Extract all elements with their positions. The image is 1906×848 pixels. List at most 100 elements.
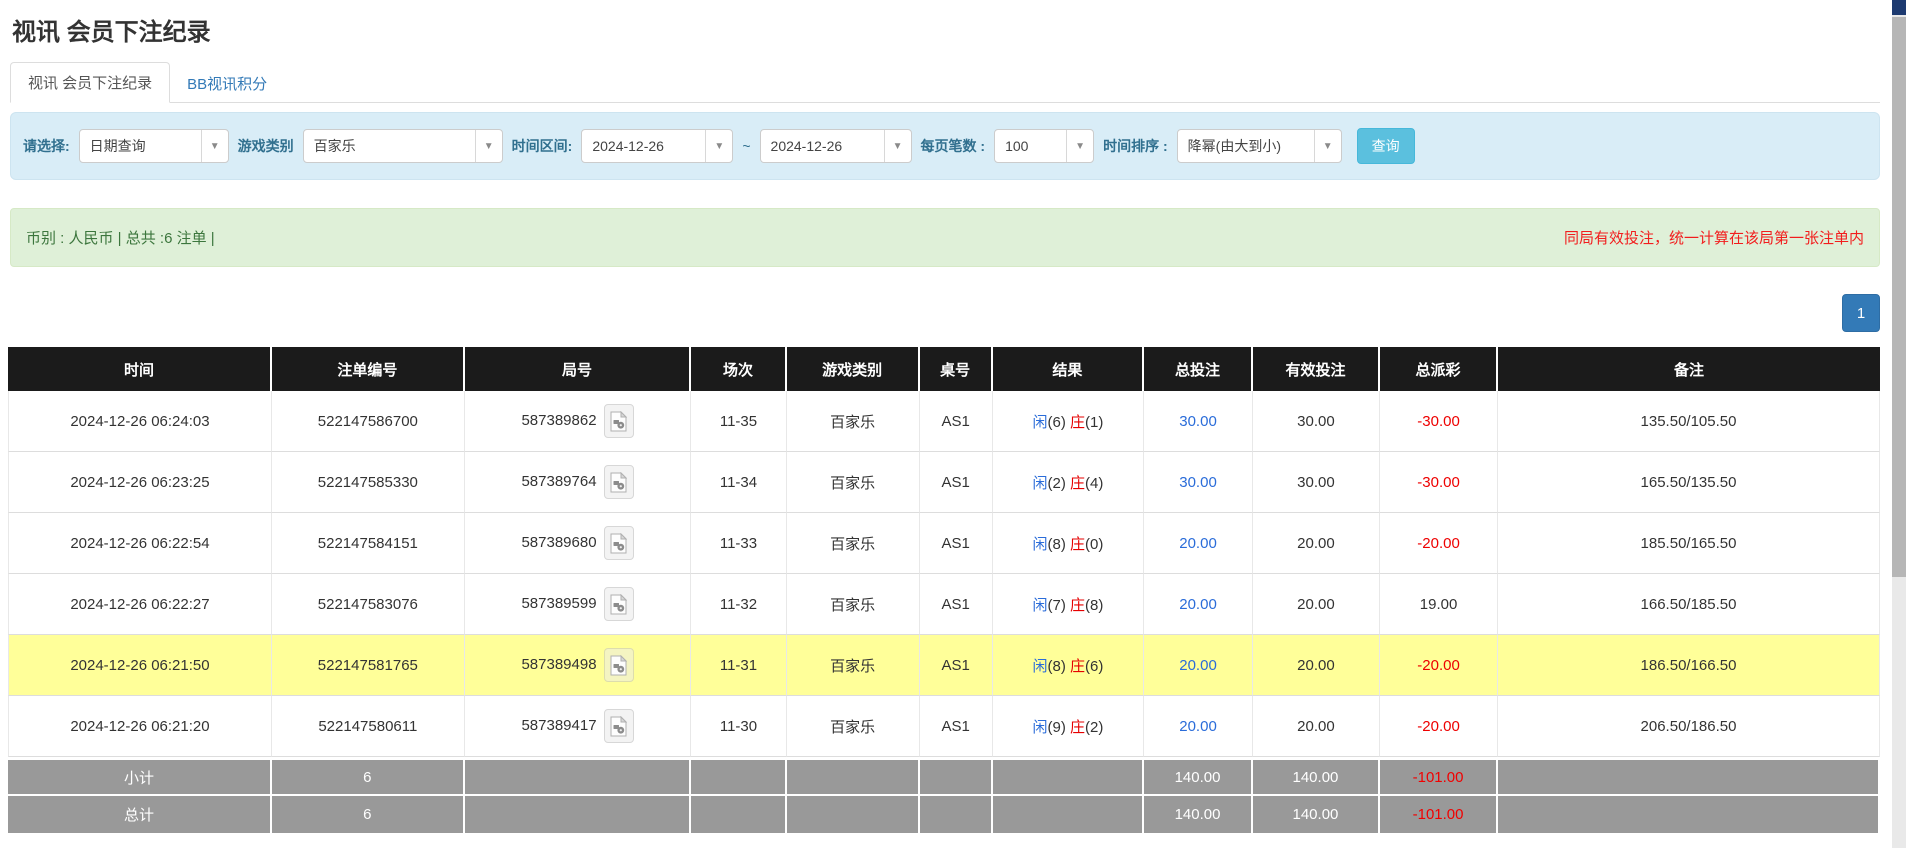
video-file-icon[interactable] — [604, 526, 634, 560]
result-banker-points: (8) — [1085, 597, 1103, 614]
cell-bet-id: 522147581765 — [272, 635, 465, 696]
game-type-select[interactable]: 百家乐 ▼ — [303, 129, 503, 163]
round-id: 587389862 — [521, 412, 596, 429]
page-size-value: 100 — [995, 138, 1038, 154]
round-id: 587389417 — [521, 717, 596, 734]
cell-game: 百家乐 — [787, 513, 920, 574]
chevron-down-icon: ▼ — [1314, 130, 1341, 162]
cell-valid-bet: 30.00 — [1253, 391, 1380, 452]
page-1-button[interactable]: 1 — [1842, 294, 1880, 332]
grand-total-valid-bet: 140.00 — [1253, 796, 1380, 835]
search-button[interactable]: 查询 — [1357, 128, 1415, 164]
cell-empty — [920, 796, 993, 835]
cell-remark: 206.50/186.50 — [1498, 696, 1880, 757]
cell-bet-id: 522147583076 — [272, 574, 465, 635]
tab-bar: 视讯 会员下注纪录 BB视讯积分 — [10, 62, 1880, 103]
cell-empty — [1498, 796, 1880, 835]
round-id: 587389680 — [521, 534, 596, 551]
cell-table: AS1 — [920, 391, 993, 452]
page-size-select[interactable]: 100 ▼ — [994, 129, 1094, 163]
result-player: 闲 — [1032, 414, 1047, 431]
result-banker: 庄 — [1070, 414, 1085, 431]
cell-table: AS1 — [920, 696, 993, 757]
sort-select[interactable]: 降幂(由大到小) ▼ — [1177, 129, 1342, 163]
bet-records-table: 时间 注单编号 局号 场次 游戏类别 桌号 结果 总投注 有效投注 总派彩 备注… — [8, 347, 1880, 835]
cell-round: 587389680 — [465, 513, 692, 574]
cell-total-bet[interactable]: 20.00 — [1144, 696, 1253, 757]
scrollbar[interactable] — [1892, 0, 1906, 848]
date-to-select[interactable]: 2024-12-26 ▼ — [760, 129, 912, 163]
mode-label: 请选择: — [23, 136, 70, 156]
cell-empty — [465, 757, 692, 796]
result-player-points: (8) — [1048, 536, 1066, 553]
cell-empty — [787, 796, 920, 835]
cell-round: 587389599 — [465, 574, 692, 635]
cell-total-bet[interactable]: 30.00 — [1144, 452, 1253, 513]
cell-session: 11-33 — [691, 513, 786, 574]
cell-remark: 185.50/165.50 — [1498, 513, 1880, 574]
cell-round: 587389498 — [465, 635, 692, 696]
subtotal-row: 小计 6 140.00 140.00 -101.00 — [8, 757, 1880, 796]
video-file-icon[interactable] — [604, 465, 634, 499]
video-file-icon[interactable] — [604, 648, 634, 682]
grand-total-count: 6 — [272, 796, 465, 835]
result-banker: 庄 — [1070, 475, 1085, 492]
cell-session: 11-30 — [691, 696, 786, 757]
cell-remark: 135.50/105.50 — [1498, 391, 1880, 452]
date-from-value: 2024-12-26 — [582, 138, 674, 154]
round-id: 587389498 — [521, 656, 596, 673]
cell-total-bet[interactable]: 20.00 — [1144, 635, 1253, 696]
video-file-icon[interactable] — [604, 709, 634, 743]
sort-value: 降幂(由大到小) — [1178, 136, 1291, 156]
chevron-down-icon: ▼ — [705, 130, 732, 162]
result-player: 闲 — [1032, 536, 1047, 553]
result-player-points: (9) — [1048, 719, 1066, 736]
grand-total-label: 总计 — [8, 796, 272, 835]
chevron-down-icon: ▼ — [201, 130, 228, 162]
header-session: 场次 — [691, 347, 786, 391]
pagination-top: 1 — [10, 294, 1880, 332]
cell-result: 闲(6) 庄(1) — [993, 391, 1145, 452]
video-file-icon[interactable] — [604, 587, 634, 621]
cell-game: 百家乐 — [787, 391, 920, 452]
cell-time: 2024-12-26 06:23:25 — [8, 452, 272, 513]
chevron-down-icon: ▼ — [1066, 130, 1093, 162]
cell-result: 闲(8) 庄(0) — [993, 513, 1145, 574]
cell-session: 11-31 — [691, 635, 786, 696]
page-size-label: 每页笔数 : — [921, 136, 986, 156]
subtotal-count: 6 — [272, 757, 465, 796]
cell-game: 百家乐 — [787, 574, 920, 635]
time-range-label: 时间区间: — [512, 136, 573, 156]
grand-total-bet: 140.00 — [1144, 796, 1253, 835]
cell-table: AS1 — [920, 574, 993, 635]
page-title: 视讯 会员下注纪录 — [10, 0, 1880, 47]
cell-result: 闲(2) 庄(4) — [993, 452, 1145, 513]
result-banker: 庄 — [1070, 719, 1085, 736]
scrollbar-thumb[interactable] — [1892, 17, 1906, 577]
cell-total-bet[interactable]: 20.00 — [1144, 513, 1253, 574]
cell-total-bet[interactable]: 20.00 — [1144, 574, 1253, 635]
result-banker: 庄 — [1070, 536, 1085, 553]
cell-result: 闲(7) 庄(8) — [993, 574, 1145, 635]
cell-round: 587389764 — [465, 452, 692, 513]
tab-bb-video-points[interactable]: BB视讯积分 — [170, 64, 284, 103]
table-row: 2024-12-26 06:23:25 522147585330 5873897… — [8, 452, 1880, 513]
round-id: 587389599 — [521, 595, 596, 612]
cell-valid-bet: 20.00 — [1253, 574, 1380, 635]
date-from-select[interactable]: 2024-12-26 ▼ — [581, 129, 733, 163]
tab-betting-records[interactable]: 视讯 会员下注纪录 — [10, 62, 170, 103]
result-player: 闲 — [1032, 475, 1047, 492]
cell-bet-id: 522147580611 — [272, 696, 465, 757]
result-player-points: (2) — [1048, 475, 1066, 492]
result-player-points: (7) — [1048, 597, 1066, 614]
grand-total-row: 总计 6 140.00 140.00 -101.00 — [8, 796, 1880, 835]
cell-empty — [787, 757, 920, 796]
video-file-icon[interactable] — [604, 404, 634, 438]
chevron-down-icon: ▼ — [884, 130, 911, 162]
cell-session: 11-32 — [691, 574, 786, 635]
result-banker: 庄 — [1070, 597, 1085, 614]
cell-total-bet[interactable]: 30.00 — [1144, 391, 1253, 452]
result-player: 闲 — [1032, 597, 1047, 614]
date-mode-select[interactable]: 日期查询 ▼ — [79, 129, 229, 163]
summary-bar: 币别 : 人民币 | 总共 :6 注单 | 同局有效投注，统一计算在该局第一张注… — [10, 208, 1880, 267]
